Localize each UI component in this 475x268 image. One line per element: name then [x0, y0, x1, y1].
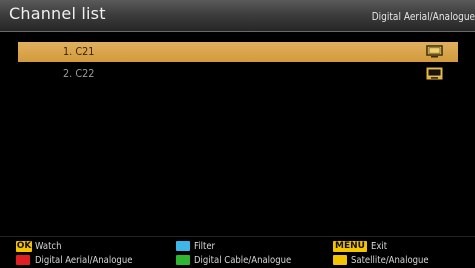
- channel-row-2[interactable]: 2. C22: [18, 64, 458, 84]
- channel-name: 2. C22: [63, 67, 95, 80]
- yellow-satellite-key[interactable]: Satellite/Analogue: [333, 254, 473, 268]
- blue-key-label: Filter: [194, 241, 216, 252]
- red-key-label: Digital Aerial/Analogue: [35, 255, 133, 266]
- channel-name: 1. C21: [63, 45, 95, 58]
- blue-filter-key[interactable]: Filter: [176, 240, 296, 254]
- tv-icon: [426, 67, 443, 80]
- green-key-label: Digital Cable/Analogue: [194, 255, 292, 266]
- menu-exit-key[interactable]: MENU Exit: [333, 240, 453, 254]
- footer-divider: [0, 236, 475, 237]
- yellow-button-icon: [333, 255, 347, 265]
- source-label: Digital Aerial/Analogue: [371, 10, 475, 23]
- menu-key-badge: MENU: [333, 241, 367, 252]
- green-digital-cable-key[interactable]: Digital Cable/Analogue: [176, 254, 326, 268]
- channel-list: 1. C21 2. C22: [18, 42, 458, 86]
- page-title: Channel list: [9, 4, 106, 23]
- red-digital-aerial-key[interactable]: Digital Aerial/Analogue: [16, 254, 166, 268]
- footer-key-legend: OK Watch Filter MENU Exit Digital Aerial…: [0, 238, 475, 268]
- yellow-key-label: Satellite/Analogue: [351, 255, 429, 266]
- ok-key-label: Watch: [35, 241, 62, 252]
- channel-list-screen: Channel list Digital Aerial/Analogue 1. …: [0, 0, 475, 268]
- ok-key-badge: OK: [16, 241, 32, 252]
- blue-button-icon: [176, 241, 190, 251]
- tv-icon: [426, 45, 443, 58]
- green-button-icon: [176, 255, 190, 265]
- title-bar: Channel list Digital Aerial/Analogue: [0, 0, 475, 32]
- menu-key-label: Exit: [371, 241, 388, 252]
- red-button-icon: [16, 255, 30, 265]
- channel-row-1[interactable]: 1. C21: [18, 42, 458, 62]
- ok-watch-key[interactable]: OK Watch: [16, 240, 136, 254]
